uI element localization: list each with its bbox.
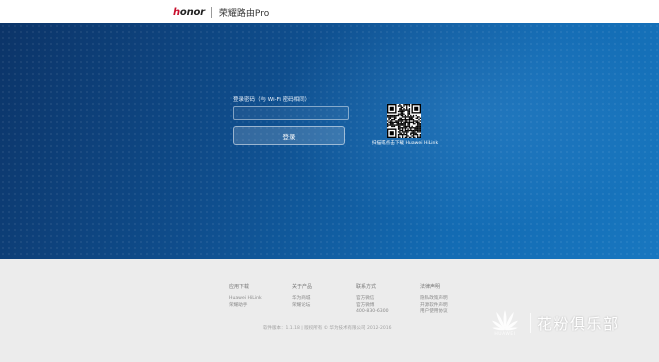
- footer-link-vmall[interactable]: 华为商城: [292, 296, 312, 303]
- top-bar: honor 荣耀路由Pro: [0, 0, 659, 23]
- footer-heading: 联系方式: [356, 284, 377, 290]
- watermark-text: 花粉俱乐部: [537, 314, 620, 333]
- qr-caption[interactable]: 扫描或点击下载 Huawei HiLink: [371, 140, 439, 146]
- qr-code[interactable]: [387, 104, 421, 138]
- footer-col-contact: 联系方式 官方微信 官方微博 400-830-6300: [356, 283, 389, 316]
- huafen-watermark: HUAWEI 花粉俱乐部: [487, 305, 620, 341]
- footer-heading: 关于产品: [292, 284, 313, 290]
- footer-col-app-download: 应用下载 Huawei HiLink 荣耀助手: [229, 283, 262, 309]
- password-input[interactable]: [233, 106, 349, 120]
- footer-link-hotline: 400-830-6300: [356, 309, 389, 315]
- footer-heading: 法律声明: [420, 284, 441, 290]
- footer-heading: 应用下载: [229, 284, 250, 290]
- huawei-flower-icon: HUAWEI: [487, 305, 523, 341]
- footer-link-user-agreement[interactable]: 用户使用协议: [420, 309, 448, 316]
- honor-logo[interactable]: honor: [173, 7, 205, 18]
- footer-link-wechat[interactable]: 官方微信: [356, 296, 389, 303]
- footer-link-honor-assistant[interactable]: 荣耀助手: [229, 303, 262, 310]
- product-title: 荣耀路由Pro: [218, 8, 270, 19]
- footer-link-forum[interactable]: 荣耀论坛: [292, 303, 312, 310]
- footer-col-legal: 法律声明 隐私政策声明 开源软件声明 用户使用协议: [420, 283, 448, 316]
- footer-col-about: 关于产品 华为商城 荣耀论坛: [292, 283, 312, 309]
- login-button[interactable]: 登录: [233, 126, 345, 145]
- footer-link-privacy[interactable]: 隐私政策声明: [420, 296, 448, 303]
- brand: honor 荣耀路由Pro: [173, 5, 269, 19]
- watermark-divider: [530, 313, 531, 333]
- footer-link-hilink[interactable]: Huawei HiLink: [229, 296, 262, 303]
- qr-code-image: [387, 104, 421, 138]
- huawei-wordmark: HUAWEI: [494, 332, 516, 337]
- password-label: 登录密码（与 Wi-Fi 密码相同）: [233, 97, 311, 103]
- honor-logo-text: onor: [179, 6, 205, 18]
- brand-divider: [210, 6, 212, 18]
- copyright-text: 软件版本：1.1.18 | 版权所有 © 华为技术有限公司 2012-2016: [263, 326, 392, 331]
